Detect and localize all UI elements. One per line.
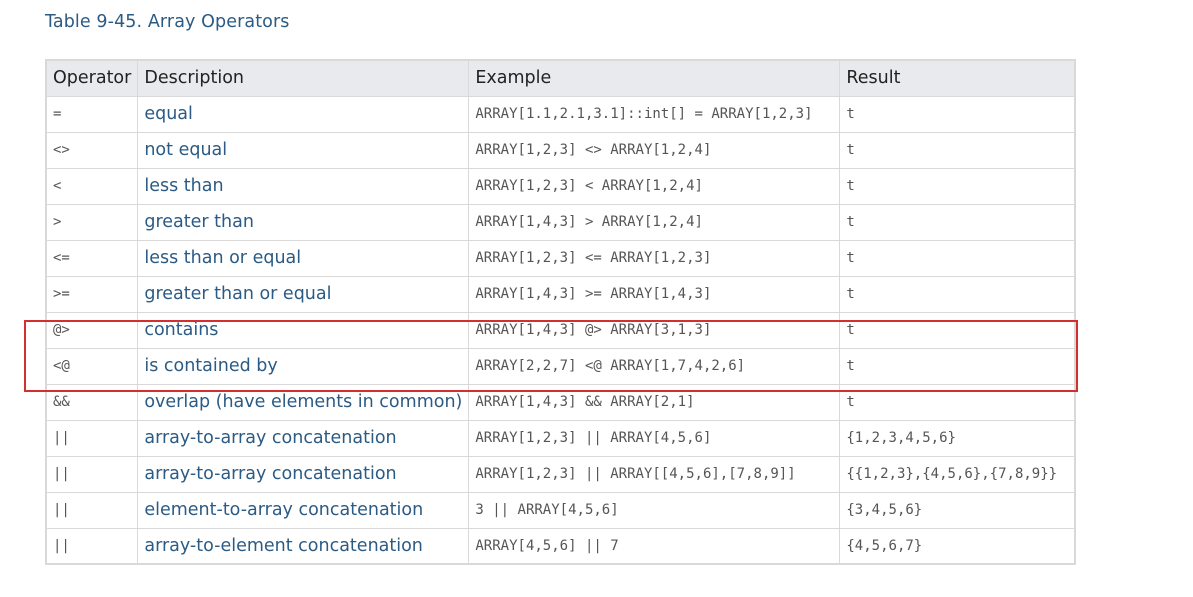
result-cell: t	[839, 347, 1076, 385]
header-row: Operator Description Example Result	[45, 59, 1076, 97]
result-cell: t	[839, 275, 1076, 313]
operator-cell: ||	[45, 419, 139, 457]
table-row: > greater than ARRAY[1,4,3] > ARRAY[1,2,…	[45, 203, 1076, 241]
description-cell: is contained by	[137, 347, 470, 385]
result-cell: t	[839, 95, 1076, 133]
operator-cell: >	[45, 203, 139, 241]
operator-cell: @>	[45, 311, 139, 349]
example-cell: ARRAY[1,4,3] && ARRAY[2,1]	[468, 383, 841, 421]
operator-cell: >=	[45, 275, 139, 313]
description-cell: overlap (have elements in common)	[137, 383, 470, 421]
operator-cell: =	[45, 95, 139, 133]
description-cell: array-to-array concatenation	[137, 419, 470, 457]
table-caption: Table 9-45. Array Operators	[45, 12, 290, 32]
example-cell: ARRAY[1,2,3] <> ARRAY[1,2,4]	[468, 131, 841, 169]
table-body: = equal ARRAY[1.1,2.1,3.1]::int[] = ARRA…	[45, 95, 1076, 565]
table-row: <@ is contained by ARRAY[2,2,7] <@ ARRAY…	[45, 347, 1076, 385]
result-cell: t	[839, 239, 1076, 277]
header-result: Result	[839, 59, 1076, 97]
table-header: Operator Description Example Result	[45, 59, 1076, 97]
example-cell: ARRAY[1,4,3] >= ARRAY[1,4,3]	[468, 275, 841, 313]
description-cell: not equal	[137, 131, 470, 169]
header-operator: Operator	[45, 59, 139, 97]
table-row: && overlap (have elements in common) ARR…	[45, 383, 1076, 421]
table-row: <= less than or equal ARRAY[1,2,3] <= AR…	[45, 239, 1076, 277]
example-cell: 3 || ARRAY[4,5,6]	[468, 491, 841, 529]
example-cell: ARRAY[1,4,3] > ARRAY[1,2,4]	[468, 203, 841, 241]
header-example: Example	[468, 59, 841, 97]
description-cell: array-to-array concatenation	[137, 455, 470, 493]
operator-cell: <	[45, 167, 139, 205]
description-cell: greater than or equal	[137, 275, 470, 313]
description-cell: equal	[137, 95, 470, 133]
operator-cell: &&	[45, 383, 139, 421]
table-row: || element-to-array concatenation 3 || A…	[45, 491, 1076, 529]
result-cell: t	[839, 167, 1076, 205]
operator-cell: ||	[45, 491, 139, 529]
description-cell: greater than	[137, 203, 470, 241]
table-row: < less than ARRAY[1,2,3] < ARRAY[1,2,4] …	[45, 167, 1076, 205]
description-cell: array-to-element concatenation	[137, 527, 470, 565]
table-row: || array-to-array concatenation ARRAY[1,…	[45, 419, 1076, 457]
example-cell: ARRAY[1,2,3] || ARRAY[[4,5,6],[7,8,9]]	[468, 455, 841, 493]
description-cell: less than or equal	[137, 239, 470, 277]
result-cell: t	[839, 203, 1076, 241]
example-cell: ARRAY[4,5,6] || 7	[468, 527, 841, 565]
description-cell: less than	[137, 167, 470, 205]
result-cell: t	[839, 311, 1076, 349]
description-cell: element-to-array concatenation	[137, 491, 470, 529]
example-cell: ARRAY[2,2,7] <@ ARRAY[1,7,4,2,6]	[468, 347, 841, 385]
operator-cell: <@	[45, 347, 139, 385]
result-cell: t	[839, 383, 1076, 421]
array-operators-table: Operator Description Example Result = eq…	[45, 59, 1076, 565]
table-row: || array-to-element concatenation ARRAY[…	[45, 527, 1076, 565]
operator-cell: ||	[45, 455, 139, 493]
example-cell: ARRAY[1,4,3] @> ARRAY[3,1,3]	[468, 311, 841, 349]
result-cell: {{1,2,3},{4,5,6},{7,8,9}}	[839, 455, 1076, 493]
table-row: <> not equal ARRAY[1,2,3] <> ARRAY[1,2,4…	[45, 131, 1076, 169]
table-row: || array-to-array concatenation ARRAY[1,…	[45, 455, 1076, 493]
example-cell: ARRAY[1.1,2.1,3.1]::int[] = ARRAY[1,2,3]	[468, 95, 841, 133]
operator-cell: <>	[45, 131, 139, 169]
table-row: @> contains ARRAY[1,4,3] @> ARRAY[3,1,3]…	[45, 311, 1076, 349]
example-cell: ARRAY[1,2,3] || ARRAY[4,5,6]	[468, 419, 841, 457]
result-cell: {1,2,3,4,5,6}	[839, 419, 1076, 457]
table-row: >= greater than or equal ARRAY[1,4,3] >=…	[45, 275, 1076, 313]
header-description: Description	[137, 59, 470, 97]
result-cell: {3,4,5,6}	[839, 491, 1076, 529]
result-cell: {4,5,6,7}	[839, 527, 1076, 565]
example-cell: ARRAY[1,2,3] < ARRAY[1,2,4]	[468, 167, 841, 205]
description-cell: contains	[137, 311, 470, 349]
result-cell: t	[839, 131, 1076, 169]
example-cell: ARRAY[1,2,3] <= ARRAY[1,2,3]	[468, 239, 841, 277]
operator-cell: <=	[45, 239, 139, 277]
table-row: = equal ARRAY[1.1,2.1,3.1]::int[] = ARRA…	[45, 95, 1076, 133]
operator-cell: ||	[45, 527, 139, 565]
